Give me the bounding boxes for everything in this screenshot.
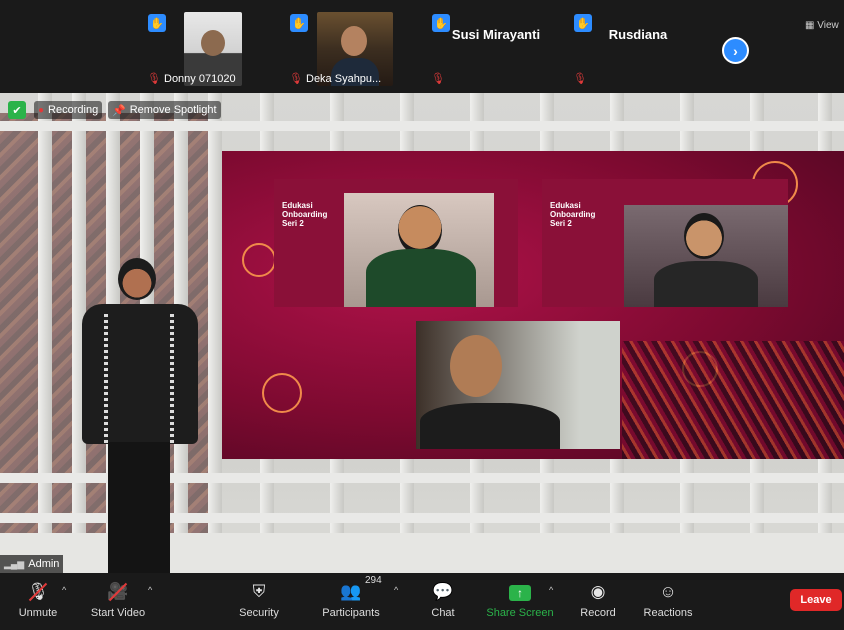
chat-button[interactable]: 💬 Chat <box>403 581 483 619</box>
recording-indicator[interactable]: ● Recording <box>34 101 103 119</box>
next-page-button[interactable]: › <box>722 37 749 64</box>
slide-title: Edukasi Onboarding Seri 2 <box>550 201 596 228</box>
speaker-video <box>624 205 788 307</box>
stage-rail <box>0 121 844 131</box>
record-label: Record <box>580 607 616 619</box>
participants-options-caret[interactable]: ^ <box>394 585 398 595</box>
share-screen-button[interactable]: ↑ Share Screen <box>480 581 560 619</box>
security-label: Security <box>239 607 279 619</box>
participant-name: Susi Mirayanti <box>451 27 541 42</box>
chevron-right-icon: › <box>733 42 738 59</box>
muted-mic-icon: 🎙 <box>289 73 303 85</box>
shield-icon[interactable]: ✔ <box>8 101 26 119</box>
participants-count: 294 <box>365 575 382 586</box>
reactions-button[interactable]: ☺ Reactions <box>628 581 708 619</box>
chat-bubble-icon: 💬 <box>432 582 454 601</box>
batik-flower <box>242 243 276 277</box>
start-video-label: Start Video <box>90 607 146 619</box>
smiley-plus-icon: ☺ <box>659 582 677 601</box>
remove-spotlight-button[interactable]: 📌 Remove Spotlight <box>108 101 221 119</box>
speaker-name-tag: ▂▄▆ Admin <box>0 555 64 573</box>
view-button[interactable]: ▦ View <box>805 20 839 31</box>
muted-mic-icon: 🎙 <box>431 73 445 85</box>
video-options-caret[interactable]: ^ <box>148 585 152 595</box>
participant-tile-donny[interactable]: ✋ 🎙 Donny 071020 <box>142 10 282 90</box>
participants-label: Participants <box>322 607 380 619</box>
leave-button[interactable]: Leave <box>790 589 842 611</box>
slide-title: Edukasi Onboarding Seri 2 <box>282 201 328 228</box>
video-panel-1: Edukasi Onboarding Seri 2 <box>274 179 518 307</box>
participant-tile-rusdiana[interactable]: ✋ Rusdiana 🎙 <box>568 10 708 90</box>
participant-name: Donny 071020 <box>164 73 236 85</box>
stage-slat <box>38 93 52 573</box>
recording-label: Recording <box>48 104 99 116</box>
chat-label: Chat <box>431 607 455 619</box>
spotlight-video: Edukasi Onboarding Seri 2 Edukasi Onboar… <box>0 93 844 573</box>
stage-slat <box>208 93 222 573</box>
backdrop-screen: Edukasi Onboarding Seri 2 Edukasi Onboar… <box>222 151 844 459</box>
unmute-label: Unmute <box>18 607 58 619</box>
raise-hand-icon: ✋ <box>290 14 308 32</box>
share-options-caret[interactable]: ^ <box>549 585 553 595</box>
participant-name: Rusdiana <box>608 27 668 42</box>
muted-mic-icon: 🎙 <box>573 73 587 85</box>
share-screen-icon: ↑ <box>509 585 531 601</box>
participant-tile-deka[interactable]: ✋ 🎙 Deka Syahpu... <box>284 10 424 90</box>
muted-mic-icon: 🎙 <box>147 73 161 85</box>
speaker-video <box>344 193 494 307</box>
start-video-button[interactable]: 🎥 Start Video <box>78 581 158 619</box>
record-button[interactable]: ◉ Record <box>558 581 638 619</box>
view-label: View <box>817 20 839 31</box>
leave-label: Leave <box>800 594 832 606</box>
participants-button[interactable]: 👥 Participants <box>311 581 391 619</box>
participant-name: Deka Syahpu... <box>306 73 382 85</box>
batik-peacock <box>622 341 844 459</box>
pin-icon: 📌 <box>112 104 126 117</box>
signal-bars-icon: ▂▄▆ <box>4 558 25 569</box>
shield-icon: ⛨ <box>252 582 266 601</box>
muted-mic-icon: 🎙 <box>27 582 49 602</box>
participant-strip: ✋ 🎙 Donny 071020 ✋ 🎙 Deka Syahpu... ✋ Su… <box>0 0 844 93</box>
participant-tile-susi[interactable]: ✋ Susi Mirayanti 🎙 <box>426 10 566 90</box>
video-panel-3 <box>416 321 620 449</box>
audio-options-caret[interactable]: ^ <box>62 585 66 595</box>
unmute-button[interactable]: 🎙 Unmute <box>0 581 78 619</box>
video-panel-2: Edukasi Onboarding Seri 2 <box>542 179 788 307</box>
grid-icon: ▦ <box>805 20 815 31</box>
reactions-label: Reactions <box>643 607 693 619</box>
share-screen-label: Share Screen <box>486 607 554 619</box>
video-off-icon: 🎥 <box>107 582 129 602</box>
raise-hand-icon: ✋ <box>148 14 166 32</box>
remove-spotlight-label: Remove Spotlight <box>129 104 217 116</box>
batik-flower <box>262 373 302 413</box>
participants-icon: 👥 <box>340 582 362 601</box>
speaker-name: Admin <box>28 558 60 570</box>
presenter-figure <box>78 258 202 573</box>
meeting-toolbar: 🎙 Unmute ^ 🎥 Start Video ^ ⛨ Security 👥 … <box>0 573 844 630</box>
record-icon: ◉ <box>590 582 606 601</box>
record-dot-icon: ● <box>38 104 45 116</box>
security-button[interactable]: ⛨ Security <box>219 581 299 619</box>
